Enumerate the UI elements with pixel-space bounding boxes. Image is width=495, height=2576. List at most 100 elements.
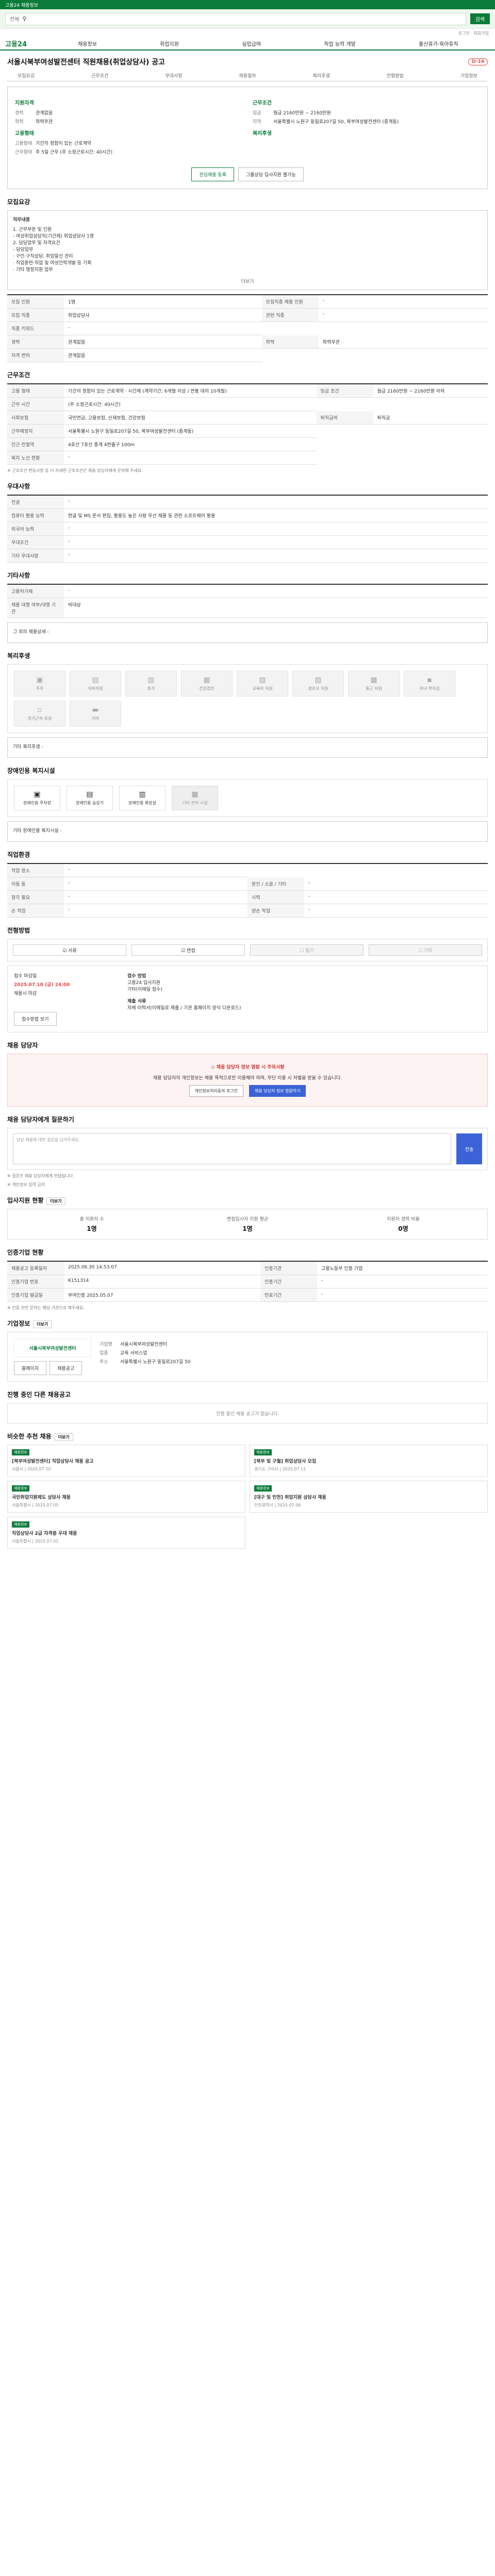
gnb-item[interactable]: 채용정보	[78, 40, 97, 47]
company-logo: 서울시북부여성발전센터	[14, 1338, 91, 1357]
row-header: 채용 대행 여부/대행 기관	[7, 598, 64, 618]
logo[interactable]: 고용24	[5, 39, 46, 48]
send-button[interactable]: 전송	[456, 1133, 482, 1164]
section-title: 복리후생	[7, 652, 30, 659]
facility-icon: ▣	[34, 790, 41, 799]
gnb-item[interactable]: 취업지원	[160, 40, 179, 47]
welfare-item: ▤ 식비지원	[70, 671, 121, 697]
more-button[interactable]: 더보기	[46, 1197, 65, 1205]
method-text2: 기타(이메일 접수)	[127, 987, 162, 992]
gnb-item[interactable]: 직업 능력 개발	[324, 40, 356, 47]
duty-line: 1. 근무부문 및 인원	[13, 227, 52, 232]
homepage-button[interactable]: 홈페이지	[14, 1361, 47, 1375]
section-title: 채용 담당자에게 질문하기	[7, 1116, 74, 1123]
tab-item[interactable]: 모집요강	[18, 72, 35, 79]
tab-item[interactable]: 근무조건	[91, 72, 108, 79]
recommend-card[interactable]: 채용정보 [북부여성발전센터] 직업상담사 채용 공고 서울시 | 2025.07.…	[7, 1445, 245, 1477]
card-title[interactable]: 직업상담사 2급 자격증 우대 채용	[12, 1530, 241, 1536]
stat-value: 0명	[398, 1225, 408, 1232]
row-header: 경력	[7, 335, 64, 349]
welfare-item: ▬ 기타	[70, 701, 121, 726]
table-row: 모집 직종 취업상담사 관련 직종 -	[7, 308, 488, 322]
consent-login-button[interactable]: 개인정보처리동의 로그인	[189, 1085, 244, 1097]
duty-card: 직무내용 1. 근무부문 및 인원 - 여성취업상담직(기간제) 취업상담사 1명…	[7, 210, 488, 290]
card-title[interactable]: [대구 및 인천] 취업지원 상담사 채용	[254, 1494, 483, 1500]
kv-val: 서울특별시 노원구 동일로207길 50	[120, 1360, 191, 1365]
gnb-item[interactable]: 실업급여	[242, 40, 261, 47]
tab-item[interactable]: 우대사항	[165, 72, 182, 79]
more-button[interactable]: 더보기	[13, 278, 482, 284]
method-item: ☑ 서류	[13, 944, 126, 956]
section-title: 기타사항	[7, 572, 30, 579]
card-badge: 채용정보	[12, 1485, 29, 1492]
tab-item[interactable]: 전형방법	[387, 72, 404, 79]
question-input[interactable]: 담당 채용에 대한 질문을 남겨주세요.	[13, 1133, 451, 1164]
welfare-label: 통근 지원	[366, 686, 382, 691]
card-meta: 서울특별시 | 2025.07.01	[12, 1539, 59, 1544]
row-header: 작업 장소	[7, 863, 64, 877]
facility-item: ▤ 장애인용 승강기	[67, 786, 113, 810]
table-row: 인증기업 발급일 부여인증 2025.05.07 만료기간 -	[7, 1288, 488, 1302]
search-input[interactable]: 전체 ⚲	[5, 12, 466, 25]
welfare-item: ▫ 장기근속 포상	[14, 701, 65, 726]
welfare-icon: ▦	[203, 676, 210, 684]
kv-val: 서울특별시 노원구 동일로207길 50, 북부여성발전센터 (중계동)	[273, 120, 399, 125]
card-title[interactable]: 국민취업지원제도 상담사 채용	[12, 1494, 241, 1500]
facility-grid: ▣ 장애인용 주차장 ▤ 장애인용 승강기 ▥ 장애인용 화장실 ▦ 기타 편의 시설	[7, 779, 488, 817]
search-button[interactable]: 검색	[470, 13, 490, 24]
section-tabs: 모집요강 근무조건 우대사항 채용절차 복리후생 전형방법 기업정보	[7, 70, 488, 81]
kv-val: 주 5일 근무 (주 소정근로시간: 40시간)	[36, 150, 113, 155]
section-title: 비슷한 추천 채용 더보기	[7, 1432, 488, 1441]
facility-item: ▦ 기타 편의 시설	[172, 786, 218, 810]
welfare-item: ▦ 건강검진	[181, 671, 233, 697]
company-jobs-button[interactable]: 채용공고	[50, 1361, 82, 1375]
table-row: 고용허가제 -	[7, 584, 488, 598]
row-value: K151314	[64, 1275, 261, 1289]
table-row: 인근 전철역 4호선 7호선 중계 4번출구 100m	[7, 437, 488, 451]
kv-key: 경력	[15, 111, 24, 116]
recommend-card[interactable]: 채용정보 [북부 및 구월] 취업상담사 모집 경기도 구리시 | 2025.07.…	[250, 1445, 488, 1477]
section-title: 전형방법	[7, 927, 30, 934]
row-value: 관계없음	[64, 335, 262, 349]
row-value: -	[317, 1275, 488, 1289]
receipt-method-button[interactable]: 접수방법 보기	[14, 1012, 57, 1026]
gnb-item[interactable]: 출산휴가·육아휴직	[419, 40, 458, 47]
recommend-card[interactable]: 채용정보직업상담사 2급 자격증 우대 채용서울특별시 | 2025.07.01	[7, 1517, 245, 1549]
row-header: 모집 인원	[7, 295, 64, 309]
signup-link[interactable]: 회원가입	[474, 31, 489, 36]
more-button[interactable]: 더보기	[33, 1320, 52, 1328]
login-link[interactable]: 로그인	[458, 31, 470, 36]
warning-body: 채용 담당자의 개인정보는 채용 목적으로만 이용해야 하며, 무단 이용 시 …	[153, 1076, 342, 1081]
card-title[interactable]: [북부 및 구월] 취업상담사 모집	[254, 1458, 483, 1464]
apply-button[interactable]: 그룹상담 입사지원 불가능	[238, 167, 304, 181]
welfare-icon: ▤	[92, 676, 99, 684]
welfare-icon: ▪	[427, 676, 432, 684]
section-title: 장애인용 복지시설	[7, 767, 55, 774]
more-button[interactable]: 더보기	[54, 1433, 73, 1441]
kv-key: 고용형태	[15, 141, 32, 146]
warning-title: 채용 담당자 정보 열람 시 주의사항	[216, 1065, 285, 1070]
table-row: 전공 -	[7, 495, 488, 509]
row-value: 서울특별시 노원구 동일로207길 50, 북부여성발전센터 (중계동)	[64, 424, 317, 438]
view-contact-button[interactable]: 채용 담당자 정보 열람하기	[249, 1085, 306, 1097]
card-badge: 채용정보	[12, 1521, 29, 1528]
row-header: 근무 시간	[7, 397, 64, 411]
recommend-card[interactable]: 채용정보 [대구 및 인천] 취업지원 상담사 채용 인천광역시 | 2025.07…	[250, 1481, 488, 1513]
favorite-button[interactable]: 관심채용 등록	[191, 167, 234, 181]
cert-table: 채용공고 등록일자 2025.06.30 14:53:07 인증기관 고용노동부 인증…	[7, 1261, 488, 1302]
tab-item[interactable]: 채용절차	[239, 72, 256, 79]
search-scope[interactable]: 전체	[10, 15, 19, 23]
tab-item[interactable]: 복리후생	[313, 72, 330, 79]
row-value: -	[64, 549, 488, 563]
row-value: 4호선 7호선 중계 4번출구 100m	[64, 437, 317, 451]
row-value: -	[64, 522, 488, 536]
duty-line: 2. 담당업무 및 자격요건	[13, 241, 60, 246]
row-value: -	[304, 904, 488, 918]
card-title[interactable]: [북부여성발전센터] 직업상담사 채용 공고	[12, 1458, 241, 1464]
tab-item[interactable]: 기업정보	[460, 72, 477, 79]
topbar: 고용24 채용정보	[0, 0, 495, 9]
kv-key: 임금	[253, 111, 261, 116]
recommend-card[interactable]: 채용정보 국민취업지원제도 상담사 채용 서울특별시 | 2025.07.05	[7, 1481, 245, 1513]
method-text: 고용24 입사지원	[127, 980, 160, 986]
docs-label: 제출 서류	[127, 999, 146, 1004]
